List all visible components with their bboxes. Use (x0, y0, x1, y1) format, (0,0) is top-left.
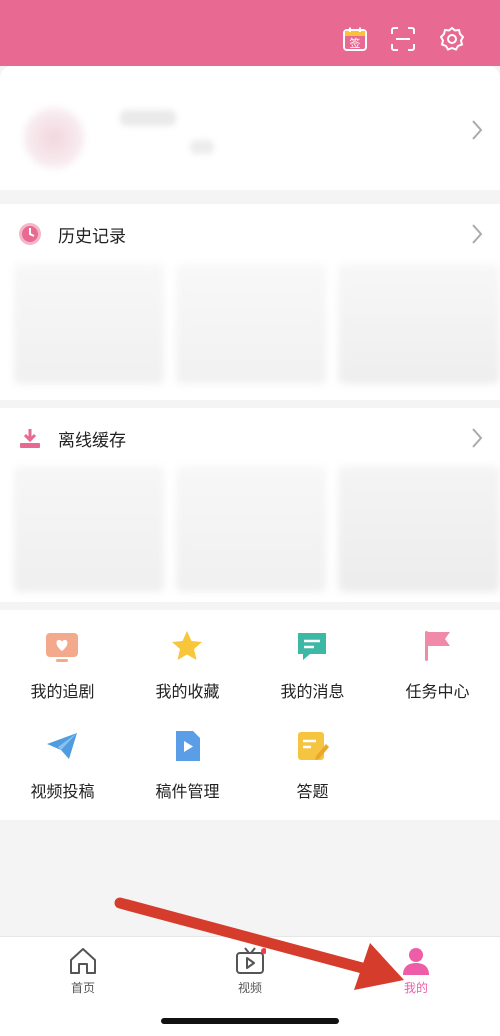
edit-note-icon (298, 732, 329, 760)
offline-header[interactable]: 离线缓存 (0, 408, 500, 468)
home-indicator (161, 1018, 339, 1024)
tab-video[interactable]: 视频 (190, 937, 310, 1007)
download-icon (20, 429, 40, 448)
manuscript-manage-button[interactable]: 稿件管理 (125, 710, 250, 810)
video-upload-button[interactable]: 视频投稿 (0, 710, 125, 810)
grid-label: 我的收藏 (155, 682, 220, 701)
profile-card[interactable] (0, 66, 500, 190)
chevron-right-icon (472, 120, 483, 140)
offline-thumbnail-1[interactable] (14, 466, 164, 592)
checkin-glyph: 签 (350, 36, 361, 50)
video-file-icon (176, 731, 200, 761)
grid-label: 我的追剧 (30, 682, 95, 701)
gear-icon[interactable] (435, 22, 469, 56)
message-icon (298, 633, 326, 660)
history-section: 历史记录 (0, 204, 500, 400)
history-title: 历史记录 (58, 227, 126, 247)
user-icon (403, 948, 429, 975)
messages-button[interactable]: 我的消息 (250, 610, 375, 710)
grid-label: 答题 (296, 782, 329, 801)
history-thumbnail-2[interactable] (176, 264, 326, 384)
clock-icon (19, 223, 41, 245)
star-icon (172, 631, 202, 660)
offline-thumbnail-2[interactable] (176, 466, 326, 592)
tab-home[interactable]: 首页 (23, 937, 143, 1007)
tab-video-label: 视频 (237, 981, 262, 995)
tab-home-label: 首页 (70, 981, 95, 995)
offline-section: 离线缓存 (0, 408, 500, 602)
offline-thumbnail-3[interactable] (338, 466, 500, 592)
userinfo-blur (190, 140, 214, 154)
history-thumbnail-3[interactable] (338, 264, 500, 384)
tv-heart-icon (46, 633, 78, 662)
paper-plane-icon (47, 733, 77, 759)
history-thumbnail-1[interactable] (14, 264, 164, 384)
chevron-right-icon (472, 224, 483, 244)
tab-mine[interactable]: 我的 (356, 937, 476, 1007)
task-center-button[interactable]: 任务中心 (375, 610, 500, 710)
top-header: 签 (0, 0, 500, 66)
my-series-button[interactable]: 我的追剧 (0, 610, 125, 710)
favorites-button[interactable]: 我的收藏 (125, 610, 250, 710)
function-grid: 我的追剧 我的收藏 我的消息 任务中心 视频投稿 稿件管理 答题 (0, 610, 500, 820)
chevron-right-icon (472, 428, 483, 448)
grid-label: 稿件管理 (155, 782, 220, 801)
scan-icon[interactable] (386, 22, 420, 56)
history-header[interactable]: 历史记录 (0, 204, 500, 264)
tab-mine-label: 我的 (403, 981, 428, 995)
username-blur (120, 110, 176, 126)
grid-label: 视频投稿 (30, 782, 95, 801)
grid-label: 我的消息 (280, 682, 345, 701)
quiz-button[interactable]: 答题 (250, 710, 375, 810)
tv-play-icon (236, 947, 266, 974)
checkin-calendar-icon[interactable]: 签 (338, 22, 372, 56)
flag-icon (425, 631, 450, 661)
grid-label: 任务中心 (405, 682, 470, 701)
offline-title: 离线缓存 (58, 431, 126, 451)
avatar[interactable] (22, 106, 86, 170)
home-icon (70, 948, 96, 974)
